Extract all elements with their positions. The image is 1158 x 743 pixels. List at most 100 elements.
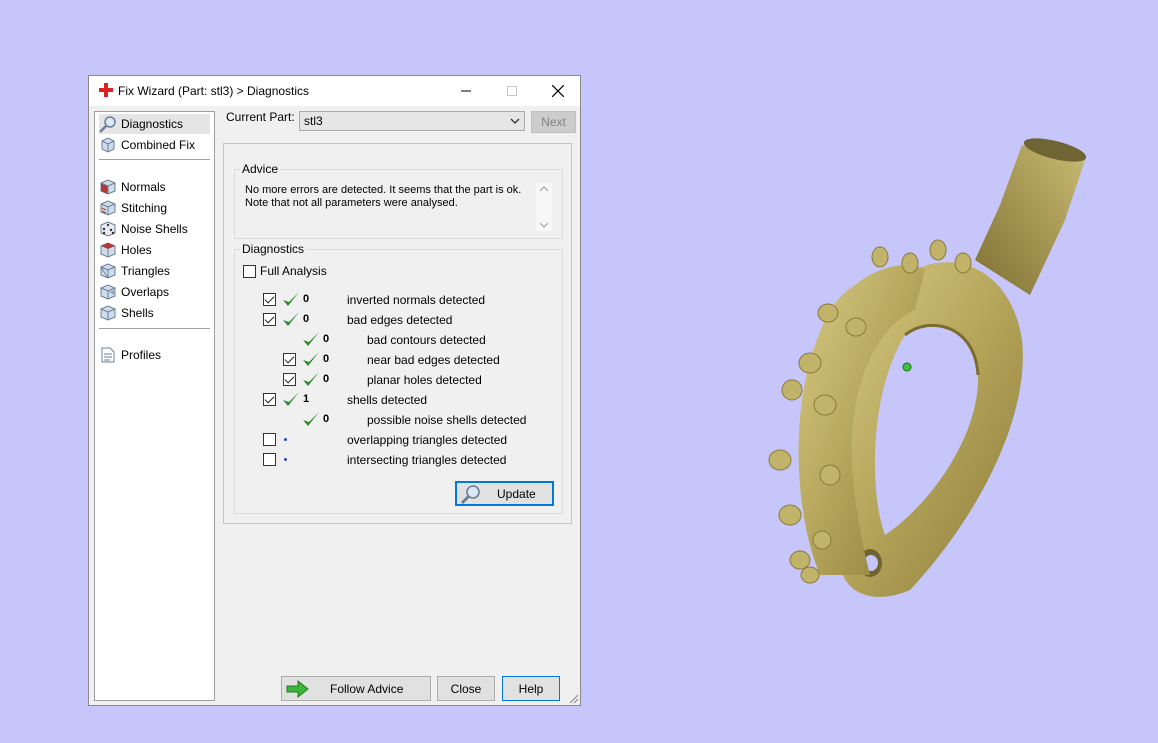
maximize-icon	[507, 86, 517, 96]
diagnostic-count: 1	[303, 393, 310, 405]
close-button-label: Close	[450, 681, 482, 696]
current-part-select[interactable]: stl3	[299, 111, 525, 131]
diagnostic-row: 0 bad edges detected	[235, 310, 555, 330]
diagnostic-label: bad edges detected	[347, 313, 453, 327]
diagnostic-count: 0	[303, 313, 310, 325]
follow-advice-button[interactable]: Follow Advice	[281, 676, 431, 701]
green-check-icon	[303, 352, 319, 366]
full-analysis-toggle[interactable]: Full Analysis	[243, 264, 327, 278]
chevron-down-icon	[510, 118, 520, 124]
green-check-icon	[283, 392, 299, 406]
diagnostic-checkbox[interactable]	[263, 313, 276, 326]
update-button[interactable]: Update	[455, 481, 554, 506]
diagnostic-label: intersecting triangles detected	[347, 453, 507, 467]
sidebar-item-noise-shells[interactable]: Noise Shells	[99, 219, 210, 239]
sidebar-item-diagnostics[interactable]: Diagnostics	[99, 114, 210, 134]
minimize-icon	[461, 90, 471, 92]
triangles-cube-icon	[99, 262, 117, 280]
diagnostic-checkbox[interactable]	[263, 433, 276, 446]
next-button-label: Next	[541, 115, 566, 129]
diagnostic-row: overlapping triangles detected	[235, 430, 555, 450]
current-part-value: stl3	[304, 114, 323, 128]
title-bar[interactable]: Fix Wizard (Part: stl3) > Diagnostics	[89, 76, 580, 106]
diagnostic-label: near bad edges detected	[367, 353, 500, 367]
advice-line: No more errors are detected. It seems th…	[245, 184, 522, 196]
diagnostic-checkbox[interactable]	[263, 293, 276, 306]
diagnostic-label: possible noise shells detected	[367, 413, 527, 427]
overlaps-cube-icon	[99, 283, 117, 301]
wizard-sidebar: Diagnostics Combined Fix Normals Stitchi…	[94, 111, 215, 701]
diagnostic-checkbox[interactable]	[263, 453, 276, 466]
diagnostics-title: Diagnostics	[240, 242, 307, 256]
sidebar-item-triangles[interactable]: Triangles	[99, 261, 210, 281]
stitching-cube-icon	[99, 199, 117, 217]
green-check-icon	[283, 292, 299, 306]
sidebar-item-holes[interactable]: Holes	[99, 240, 210, 260]
diagnostic-count: 0	[303, 293, 310, 305]
sidebar-item-profiles[interactable]: Profiles	[99, 345, 210, 365]
diagnostic-checkbox[interactable]	[283, 353, 296, 366]
help-button-label: Help	[518, 681, 544, 696]
sidebar-item-shells[interactable]: Shells	[99, 303, 210, 323]
arrow-right-icon	[286, 679, 309, 698]
window-title: Fix Wizard (Part: stl3) > Diagnostics	[118, 84, 310, 98]
sidebar-item-label: Normals	[121, 180, 166, 194]
document-icon	[99, 346, 117, 364]
advice-scrollbar[interactable]	[536, 183, 552, 231]
sidebar-item-label: Diagnostics	[121, 117, 184, 131]
diagnostic-label: bad contours detected	[367, 333, 486, 347]
diagnostic-label: overlapping triangles detected	[347, 433, 508, 447]
diagnostic-count: 0	[323, 413, 330, 425]
scroll-up-icon[interactable]	[540, 186, 548, 192]
sidebar-item-stitching[interactable]: Stitching	[99, 198, 210, 218]
diagnostic-row: 0 possible noise shells detected	[235, 410, 555, 430]
sidebar-item-label: Triangles	[121, 264, 170, 278]
diagnostics-panel: Advice No more errors are detected. It s…	[223, 143, 572, 524]
sidebar-divider	[99, 328, 210, 329]
diagnostic-label: planar holes detected	[367, 373, 482, 387]
normals-cube-icon	[99, 178, 117, 196]
red-cross-icon	[99, 83, 113, 97]
close-button[interactable]: Close	[437, 676, 495, 701]
close-window-button[interactable]	[535, 76, 581, 106]
update-button-label: Update	[497, 486, 536, 501]
diagnostic-row: 1 shells detected	[235, 390, 555, 410]
diagnostic-row: 0 near bad edges detected	[235, 350, 555, 370]
diagnostic-checkbox[interactable]	[263, 393, 276, 406]
shells-cube-icon	[99, 304, 117, 322]
diagnostic-label: shells detected	[347, 393, 428, 407]
magnifier-icon	[99, 115, 117, 133]
green-check-icon	[283, 312, 299, 326]
current-part-label: Current Part:	[226, 110, 295, 124]
dice-icon	[99, 220, 117, 238]
advice-title: Advice	[240, 162, 281, 176]
diagnostic-count: 0	[323, 373, 330, 385]
sidebar-item-label: Combined Fix	[121, 138, 196, 152]
magnifier-icon	[460, 484, 480, 504]
sidebar-item-normals[interactable]: Normals	[99, 177, 210, 197]
diagnostic-checkbox[interactable]	[283, 373, 296, 386]
pending-dot-icon	[284, 458, 287, 461]
help-button[interactable]: Help	[502, 676, 560, 701]
sidebar-item-combined-fix[interactable]: Combined Fix	[99, 135, 210, 155]
maximize-button[interactable]	[489, 76, 535, 106]
green-check-icon	[303, 412, 319, 426]
follow-advice-label: Follow Advice	[330, 681, 404, 696]
full-analysis-checkbox[interactable]	[243, 264, 256, 278]
advice-group: Advice No more errors are detected. It s…	[234, 162, 563, 239]
sidebar-item-label: Shells	[121, 306, 154, 320]
sidebar-item-label: Noise Shells	[121, 222, 188, 236]
ring-3d-model[interactable]	[760, 135, 1100, 610]
minimize-button[interactable]	[443, 76, 489, 106]
next-button[interactable]: Next	[531, 111, 576, 133]
sidebar-item-label: Holes	[121, 243, 152, 257]
resize-grip-icon[interactable]	[569, 694, 579, 704]
scroll-down-icon[interactable]	[540, 222, 548, 228]
sidebar-item-label: Overlaps	[121, 285, 170, 299]
green-check-icon	[303, 332, 319, 346]
advice-text: No more errors are detected. It seems th…	[245, 184, 530, 210]
diagnostic-count: 0	[323, 333, 330, 345]
holes-cube-icon	[99, 241, 117, 259]
sidebar-item-overlaps[interactable]: Overlaps	[99, 282, 210, 302]
cube-icon	[99, 136, 117, 154]
